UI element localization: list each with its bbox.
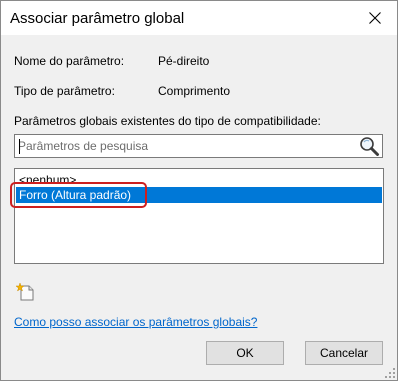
help-link[interactable]: Como posso associar os parâmetros globai… [14,315,257,329]
associate-global-parameter-dialog: Associar parâmetro global Nome do parâme… [0,0,398,381]
dialog-title: Associar parâmetro global [10,10,185,27]
resize-grip-icon[interactable] [384,367,396,379]
close-button[interactable] [352,1,397,35]
new-parameter-icon[interactable] [16,282,36,302]
title-bar: Associar parâmetro global [1,1,397,35]
parameter-type-value: Comprimento [158,84,231,98]
search-box[interactable] [14,134,383,158]
close-icon [368,12,381,24]
parameter-name-value: Pé-direito [158,54,210,68]
search-icon[interactable] [358,136,380,156]
list-item-none[interactable]: <nenhum> [16,172,382,188]
ok-button[interactable]: OK [206,341,284,365]
cancel-button[interactable]: Cancelar [305,341,383,365]
global-parameters-list[interactable]: <nenhum> Forro (Altura padrão) [14,168,384,264]
compatible-parameters-label: Parâmetros globais existentes do tipo de… [14,114,321,128]
text-caret [19,139,20,154]
search-input[interactable] [18,138,353,154]
parameter-name-label: Nome do parâmetro: [14,54,125,68]
parameter-type-label: Tipo de parâmetro: [14,84,115,98]
list-item-forro-altura-padrao[interactable]: Forro (Altura padrão) [16,187,382,203]
